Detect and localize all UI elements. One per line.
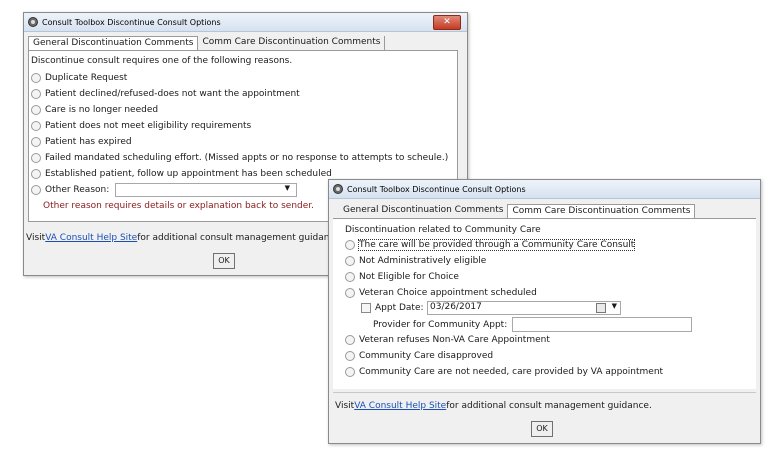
radio-button[interactable] bbox=[345, 272, 355, 282]
dialog-comm-care: Consult Toolbox Discontinue Consult Opti… bbox=[328, 179, 761, 444]
help-site-link[interactable]: VA Consult Help Site bbox=[45, 233, 137, 243]
intro-label: Discontinue consult requires one of the … bbox=[31, 56, 293, 66]
radio-button[interactable] bbox=[31, 89, 41, 99]
tab-general-discontinuation[interactable]: General Discontinuation Comments bbox=[28, 36, 199, 50]
reason-option[interactable]: Patient declined/refused-does not want t… bbox=[31, 89, 300, 99]
footer-suffix: for additional consult management guidan… bbox=[137, 233, 343, 243]
ok-button[interactable]: OK bbox=[531, 421, 553, 437]
reason-label: Patient declined/refused-does not want t… bbox=[45, 89, 300, 99]
radio-button[interactable] bbox=[345, 351, 355, 361]
dialog-title: Consult Toolbox Discontinue Consult Opti… bbox=[42, 17, 221, 27]
radio-button[interactable] bbox=[345, 256, 355, 266]
tab-strip: General Discontinuation Comments Comm Ca… bbox=[28, 36, 386, 50]
comm-care-option[interactable]: Community Care are not needed, care prov… bbox=[345, 367, 663, 377]
option-label: Community Care disapproved bbox=[359, 351, 494, 361]
dialog-title-bar[interactable]: Consult Toolbox Discontinue Consult Opti… bbox=[329, 180, 760, 199]
tab-strip: General Discontinuation Comments Comm Ca… bbox=[339, 204, 696, 218]
option-label: The care will be provided through a Comm… bbox=[357, 239, 636, 251]
other-reason-combobox[interactable]: ▼ bbox=[115, 183, 297, 197]
reason-option-other[interactable]: Other Reason: bbox=[31, 185, 109, 195]
comm-care-option[interactable]: Veteran Choice appointment scheduled bbox=[345, 288, 537, 298]
radio-button[interactable] bbox=[31, 153, 41, 163]
app-icon bbox=[333, 184, 343, 194]
chevron-down-icon[interactable]: ▼ bbox=[285, 184, 290, 192]
radio-button[interactable] bbox=[31, 105, 41, 115]
reason-option[interactable]: Care is no longer needed bbox=[31, 105, 158, 115]
reason-label: Care is no longer needed bbox=[45, 105, 159, 115]
appt-date-value: 03/26/2017 bbox=[430, 302, 482, 312]
dialog-title-bar[interactable]: Consult Toolbox Discontinue Consult Opti… bbox=[24, 13, 467, 32]
other-reason-hint: Other reason requires details or explana… bbox=[43, 201, 314, 211]
radio-button[interactable] bbox=[31, 121, 41, 131]
footer-prefix: Visit bbox=[335, 401, 355, 411]
comm-care-option[interactable]: The care will be provided through a Comm… bbox=[345, 239, 636, 251]
close-button[interactable]: ✕ bbox=[433, 15, 461, 30]
radio-button[interactable] bbox=[31, 169, 41, 179]
intro-text: Discontinue consult requires one of the … bbox=[31, 56, 292, 66]
reason-label: Patient does not meet eligibility requir… bbox=[45, 121, 252, 131]
help-footer: Visit VA Consult Help Site for additiona… bbox=[26, 233, 343, 243]
radio-button[interactable] bbox=[31, 137, 41, 147]
reason-option[interactable]: Patient has expired bbox=[31, 137, 132, 147]
radio-button[interactable] bbox=[345, 367, 355, 377]
option-label: Veteran refuses Non-VA Care Appointment bbox=[359, 335, 550, 345]
option-label: Not Eligible for Choice bbox=[359, 272, 459, 282]
provider-label: Provider for Community Appt: bbox=[373, 320, 508, 330]
appt-date-checkbox[interactable] bbox=[361, 303, 371, 313]
comm-care-option[interactable]: Community Care disapproved bbox=[345, 351, 493, 361]
radio-button[interactable] bbox=[31, 73, 41, 83]
reason-label: Patient has expired bbox=[45, 137, 132, 147]
ok-button[interactable]: OK bbox=[213, 253, 235, 269]
option-label: Community Care are not needed, care prov… bbox=[359, 367, 664, 377]
reason-option[interactable]: Duplicate Request bbox=[31, 73, 127, 83]
radio-button[interactable] bbox=[345, 335, 355, 345]
hint-text: Other reason requires details or explana… bbox=[43, 201, 315, 211]
app-icon bbox=[28, 17, 38, 27]
dialog-title: Consult Toolbox Discontinue Consult Opti… bbox=[347, 184, 526, 194]
calendar-icon[interactable] bbox=[596, 303, 606, 313]
provider-row: Provider for Community Appt: bbox=[373, 320, 507, 330]
comm-care-tab-panel: Discontinuation related to Community Car… bbox=[333, 218, 756, 389]
provider-input[interactable] bbox=[512, 317, 692, 332]
tab-comm-care-discontinuation[interactable]: Comm Care Discontinuation Comments bbox=[198, 36, 386, 50]
radio-button[interactable] bbox=[345, 288, 355, 298]
help-footer: Visit VA Consult Help Site for additiona… bbox=[335, 401, 652, 411]
footer-divider bbox=[333, 392, 756, 393]
reason-option[interactable]: Established patient, follow up appointme… bbox=[31, 169, 332, 179]
comm-care-option[interactable]: Not Eligible for Choice bbox=[345, 272, 459, 282]
reason-label: Failed mandated scheduling effort. (Miss… bbox=[45, 153, 449, 163]
radio-button[interactable] bbox=[31, 185, 41, 195]
reason-option[interactable]: Failed mandated scheduling effort. (Miss… bbox=[31, 153, 448, 163]
tab-general-discontinuation[interactable]: General Discontinuation Comments bbox=[339, 204, 507, 218]
other-reason-label: Other Reason: bbox=[45, 185, 110, 195]
help-site-link[interactable]: VA Consult Help Site bbox=[354, 401, 446, 411]
radio-button[interactable] bbox=[345, 240, 355, 250]
reason-label: Duplicate Request bbox=[45, 73, 128, 83]
tab-comm-care-discontinuation[interactable]: Comm Care Discontinuation Comments bbox=[507, 204, 696, 218]
appt-date-row[interactable]: Appt Date: bbox=[361, 303, 424, 313]
footer-prefix: Visit bbox=[26, 233, 46, 243]
footer-suffix: for additional consult management guidan… bbox=[446, 401, 652, 411]
other-reason-value bbox=[116, 184, 119, 194]
reason-option[interactable]: Patient does not meet eligibility requir… bbox=[31, 121, 251, 131]
appt-date-picker[interactable]: 03/26/2017 ▼ bbox=[427, 301, 621, 315]
comm-care-option[interactable]: Not Administratively eligible bbox=[345, 256, 486, 266]
comm-care-option[interactable]: Veteran refuses Non-VA Care Appointment bbox=[345, 335, 550, 345]
option-label: Not Administratively eligible bbox=[359, 256, 487, 266]
intro-text: Discontinuation related to Community Car… bbox=[345, 225, 541, 235]
intro-label: Discontinuation related to Community Car… bbox=[345, 225, 541, 235]
option-label: Veteran Choice appointment scheduled bbox=[359, 288, 537, 298]
chevron-down-icon[interactable]: ▼ bbox=[612, 302, 617, 310]
appt-date-label: Appt Date: bbox=[375, 303, 424, 313]
reason-label: Established patient, follow up appointme… bbox=[45, 169, 332, 179]
